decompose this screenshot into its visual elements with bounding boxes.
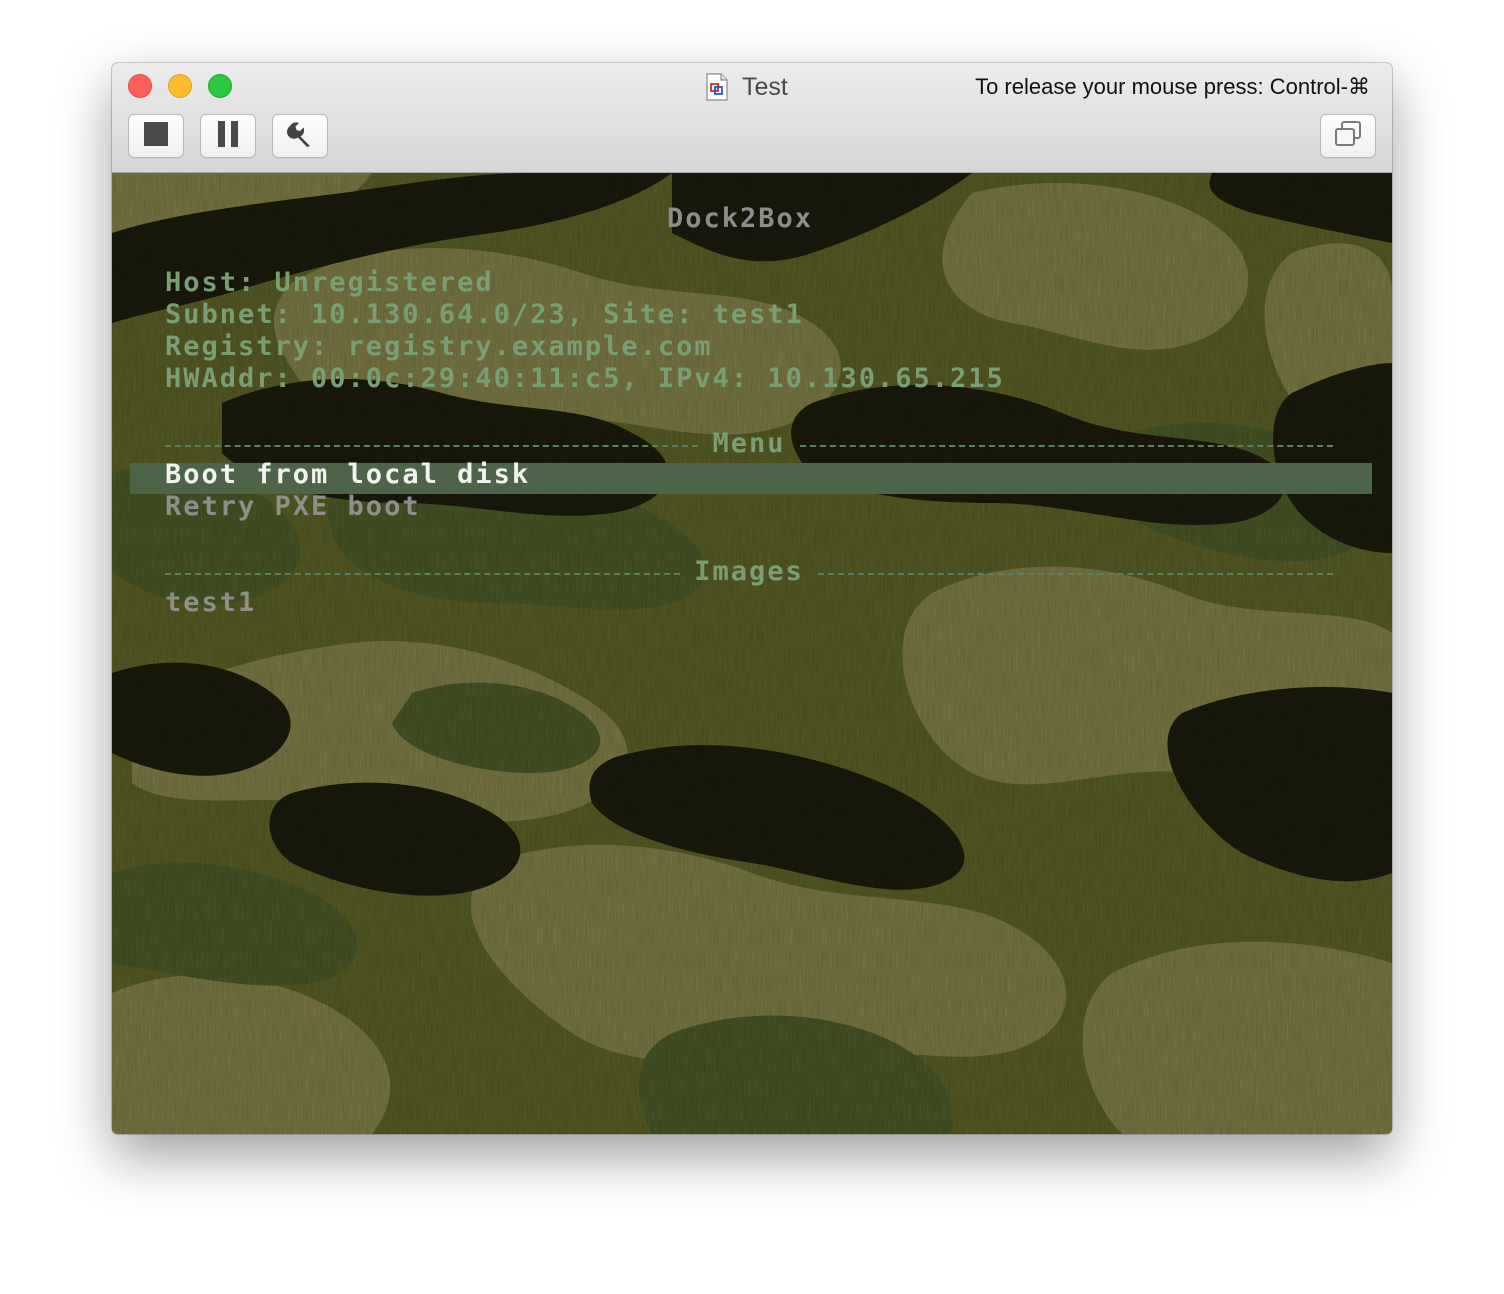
- pause-icon: [217, 120, 239, 152]
- registry-line: Registry: registry.example.com: [165, 331, 713, 362]
- title-bar[interactable]: Test To release your mouse press: Contro…: [112, 63, 1392, 173]
- menu-item-boot-local-disk[interactable]: Boot from local disk: [165, 459, 530, 491]
- window-title-group: Test: [706, 71, 788, 103]
- menu-separator: Menu: [165, 427, 1333, 459]
- vm-screen[interactable]: Dock2Box Host: Unregistered Subnet: 10.1…: [112, 173, 1392, 1134]
- images-separator: Images: [165, 555, 1334, 587]
- separator-dash: [817, 573, 1334, 575]
- settings-button[interactable]: [272, 114, 328, 158]
- pxe-boot-menu: Dock2Box Host: Unregistered Subnet: 10.1…: [112, 173, 1392, 1134]
- menu-header: Menu: [712, 427, 786, 459]
- images-header: Images: [694, 555, 804, 587]
- separator-dash: [799, 445, 1333, 447]
- wrench-icon: [286, 120, 314, 153]
- zoom-button[interactable]: [208, 74, 232, 98]
- stop-button[interactable]: [128, 114, 184, 158]
- window-copy-icon: [1334, 120, 1362, 152]
- stop-icon: [144, 121, 168, 151]
- subnet-line: Subnet: 10.130.64.0/23, Site: test1: [165, 299, 804, 330]
- vm-document-icon: [706, 73, 728, 101]
- mouse-release-hint: To release your mouse press: Control-⌘: [975, 74, 1370, 99]
- hwaddr-line: HWAddr: 00:0c:29:40:11:c5, IPv4: 10.130.…: [165, 363, 1005, 394]
- minimize-button[interactable]: [168, 74, 192, 98]
- vm-window: Test To release your mouse press: Contro…: [112, 63, 1392, 1134]
- menu-title: Dock2Box: [666, 203, 814, 234]
- pause-button[interactable]: [200, 114, 256, 158]
- host-line: Host: Unregistered: [165, 267, 494, 298]
- window-title: Test: [742, 72, 788, 101]
- image-item-test1[interactable]: test1: [165, 587, 256, 619]
- close-button[interactable]: [128, 74, 152, 98]
- separator-dash: [165, 573, 681, 575]
- menu-item-retry-pxe[interactable]: Retry PXE boot: [165, 491, 421, 523]
- window-mode-button[interactable]: [1320, 114, 1376, 158]
- separator-dash: [165, 445, 699, 447]
